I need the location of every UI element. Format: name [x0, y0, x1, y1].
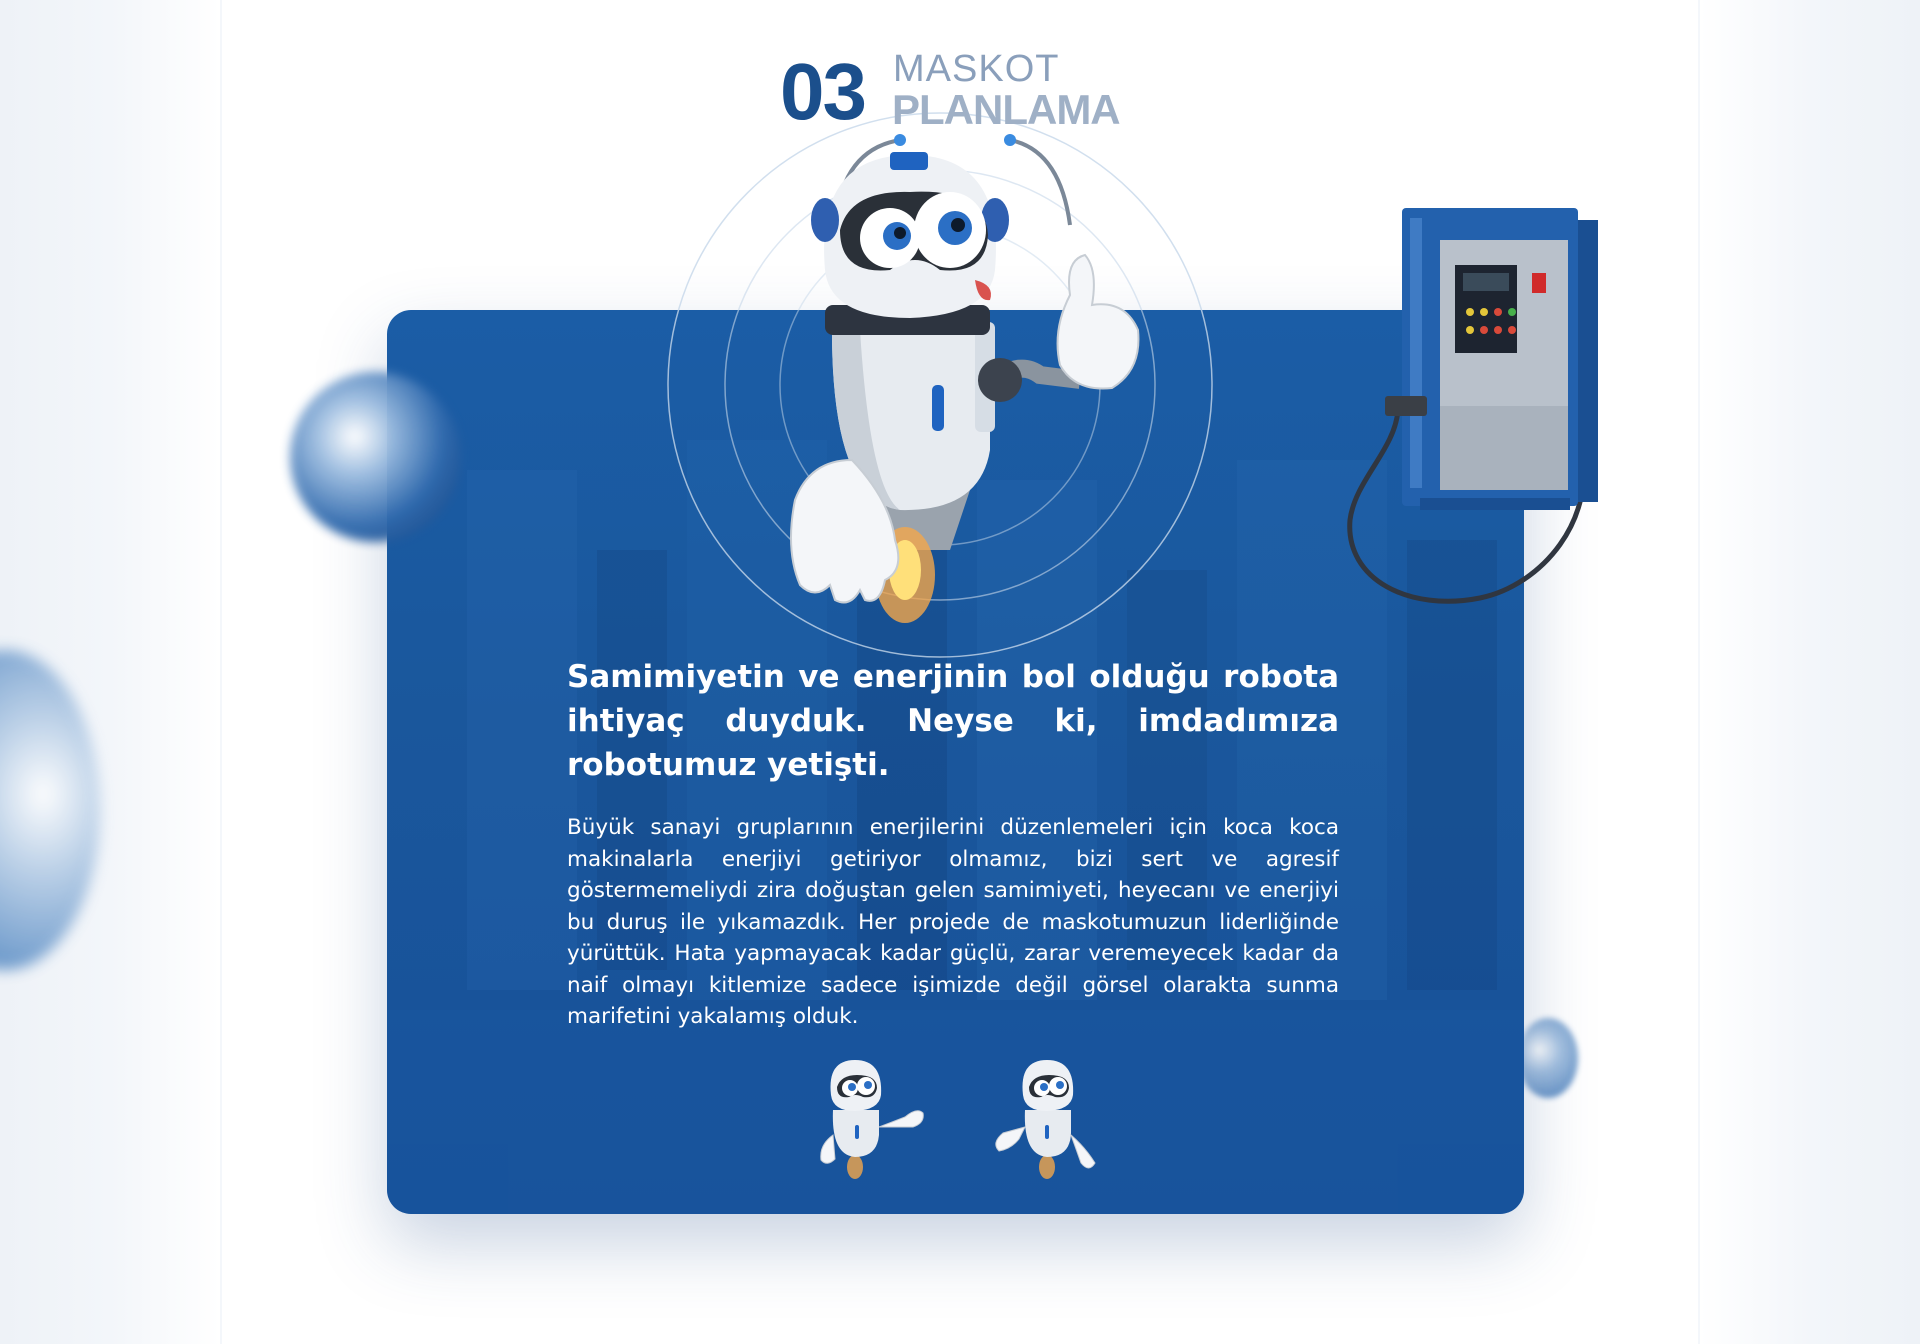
- right-page-shade: [1700, 0, 1920, 1344]
- card-headline: Samimiyetin ve enerjinin bol olduğu robo…: [567, 659, 1339, 783]
- decorative-sphere: [290, 372, 460, 542]
- robot-mascot-icon: [790, 134, 1140, 623]
- section-heading: 03 MASKOT PLANLAMA: [780, 42, 1140, 136]
- mini-robot-mascot-icon: [820, 1060, 924, 1179]
- step-title: PLANLAMA: [892, 86, 1121, 133]
- mini-robot-mascot-icon: [995, 1060, 1096, 1179]
- decorative-sphere: [1518, 1018, 1578, 1098]
- step-number: 03: [780, 47, 867, 136]
- card-body-text: Büyük sanayi gruplarının enerjilerini dü…: [567, 815, 1339, 1029]
- step-kicker: MASKOT: [893, 48, 1060, 90]
